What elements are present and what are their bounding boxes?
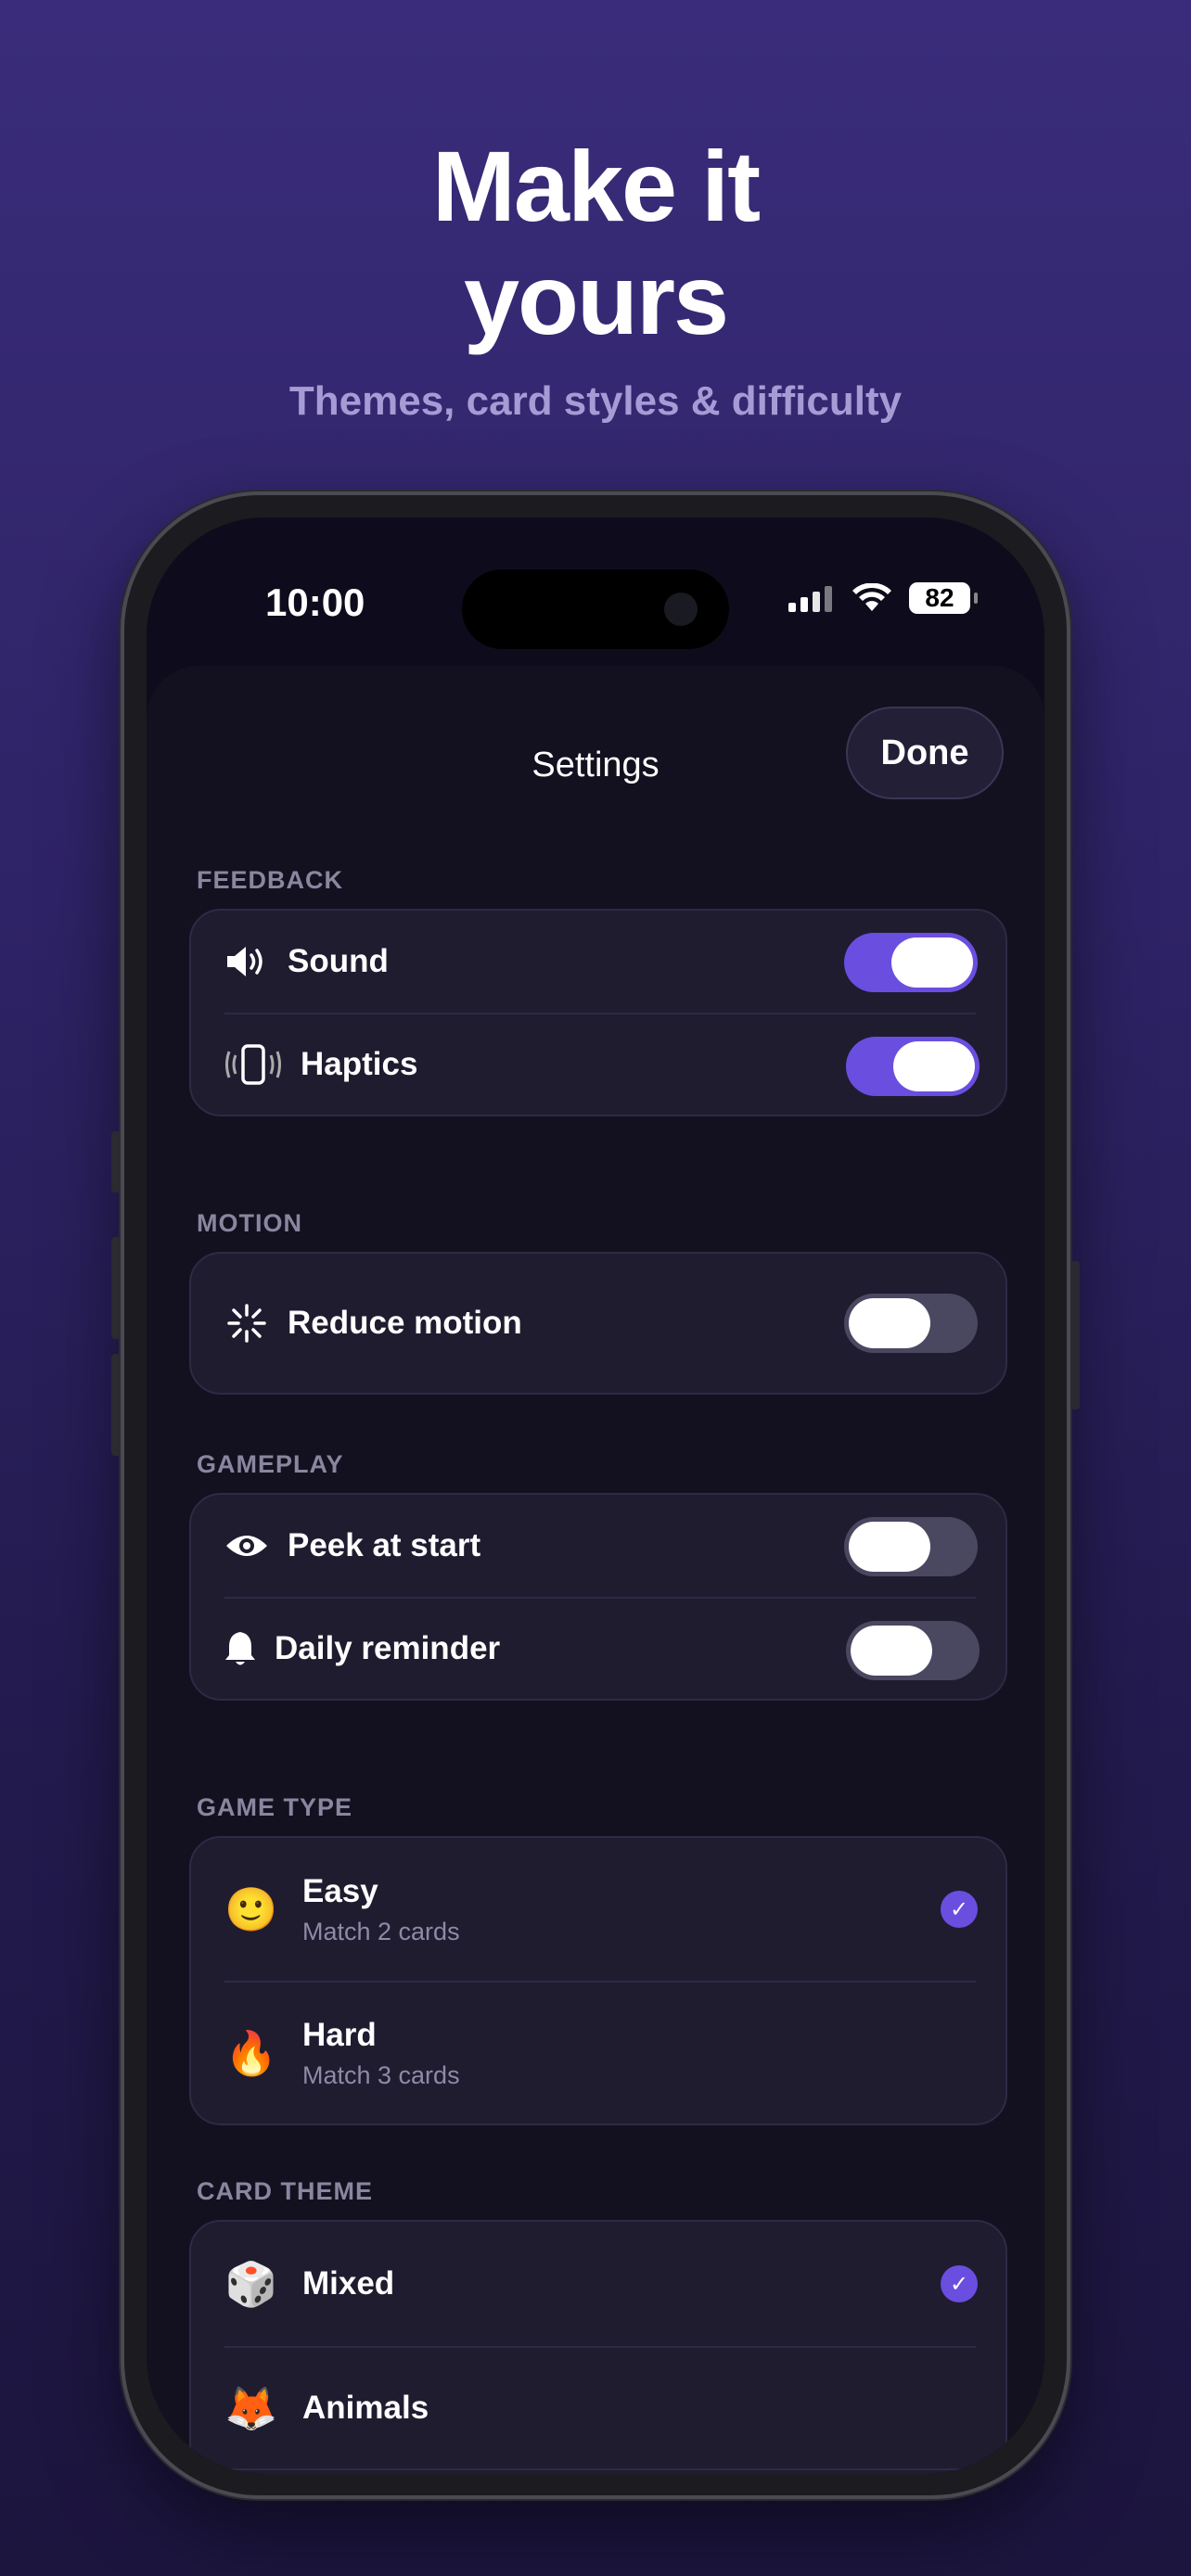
animals-label: Animals — [302, 2390, 429, 2426]
battery-icon: 82 — [909, 582, 978, 614]
volume-down-button — [111, 1354, 121, 1456]
hero-subtitle: Themes, card styles & difficulty — [288, 378, 903, 424]
status-icons: 82 — [788, 582, 978, 614]
signal-icon — [788, 586, 832, 612]
feedback-card: Sound Haptics — [189, 909, 1007, 1116]
phone-screen: 10:00 82 Settings Done FEEDBACK Sound Ha… — [147, 517, 1044, 2474]
haptics-label: Haptics — [301, 1046, 418, 1082]
reduce-motion-row[interactable]: Reduce motion — [191, 1254, 1005, 1393]
volume-up-button — [111, 1237, 121, 1339]
wifi-icon — [852, 583, 891, 611]
section-label-card-theme: CARD THEME — [197, 2177, 373, 2205]
status-time: 10:00 — [265, 580, 365, 624]
reduce-motion-label: Reduce motion — [288, 1305, 522, 1341]
section-label-gameplay: GAMEPLAY — [197, 1450, 344, 1478]
peek-toggle[interactable] — [844, 1517, 978, 1576]
peek-label: Peek at start — [288, 1527, 481, 1563]
sound-row[interactable]: Sound — [191, 911, 1005, 1013]
game-type-easy-row[interactable]: 🙂 Easy Match 2 cards ✓ — [191, 1838, 1005, 1981]
section-label-game-type: GAME TYPE — [197, 1793, 353, 1821]
checkmark-icon: ✓ — [941, 1891, 978, 1928]
hard-subtitle: Match 3 cards — [302, 2060, 460, 2089]
sound-label: Sound — [288, 943, 389, 979]
mixed-label: Mixed — [302, 2265, 395, 2302]
peek-row[interactable]: Peek at start — [191, 1495, 1005, 1597]
dice-icon: 🎲 — [224, 2259, 278, 2308]
theme-animals-row[interactable]: 🦊 Animals — [224, 2346, 976, 2470]
bell-icon — [224, 1626, 256, 1671]
game-type-hard-row[interactable]: 🔥 Hard Match 3 cards — [224, 1981, 976, 2123]
phone-frame: 10:00 82 Settings Done FEEDBACK Sound Ha… — [111, 491, 1080, 2499]
fox-icon: 🦊 — [224, 2383, 278, 2432]
dynamic-island — [462, 569, 729, 649]
daily-reminder-label: Daily reminder — [275, 1630, 501, 1666]
daily-reminder-toggle[interactable] — [846, 1621, 980, 1680]
hard-title: Hard — [302, 2016, 377, 2053]
speaker-icon — [224, 939, 269, 984]
checkmark-icon: ✓ — [941, 2265, 978, 2302]
haptics-toggle[interactable] — [846, 1037, 980, 1096]
section-label-motion: MOTION — [197, 1209, 302, 1237]
sound-toggle[interactable] — [844, 933, 978, 992]
action-button — [111, 1131, 121, 1192]
game-type-card: 🙂 Easy Match 2 cards ✓ 🔥 Hard Match 3 ca… — [189, 1836, 1007, 2125]
section-label-feedback: FEEDBACK — [197, 866, 344, 894]
sparkle-icon — [224, 1301, 269, 1345]
vibration-icon — [224, 1042, 282, 1087]
theme-mixed-row[interactable]: 🎲 Mixed ✓ — [191, 2222, 1005, 2346]
card-theme-card: 🎲 Mixed ✓ 🦊 Animals — [189, 2220, 1007, 2474]
daily-reminder-row[interactable]: Daily reminder — [224, 1597, 980, 1699]
done-button[interactable]: Done — [846, 707, 1004, 799]
easy-subtitle: Match 2 cards — [302, 1917, 460, 1945]
haptics-row[interactable]: Haptics — [224, 1013, 980, 1115]
hero-title-line1: Make it — [431, 130, 761, 242]
gameplay-card: Peek at start Daily reminder — [189, 1493, 1007, 1701]
easy-title: Easy — [302, 1872, 378, 1909]
motion-card: Reduce motion — [189, 1252, 1007, 1395]
settings-sheet: Settings Done FEEDBACK Sound Haptics MOT… — [147, 666, 1044, 2474]
eye-icon — [224, 1524, 269, 1568]
power-button — [1070, 1261, 1080, 1409]
camera-icon — [664, 593, 698, 626]
reduce-motion-toggle[interactable] — [844, 1294, 978, 1353]
hero-title-line2: yours — [463, 243, 729, 355]
smiley-icon: 🙂 — [224, 1884, 278, 1933]
fire-icon: 🔥 — [224, 2028, 278, 2077]
hero-title: Make it yours — [0, 130, 1191, 356]
